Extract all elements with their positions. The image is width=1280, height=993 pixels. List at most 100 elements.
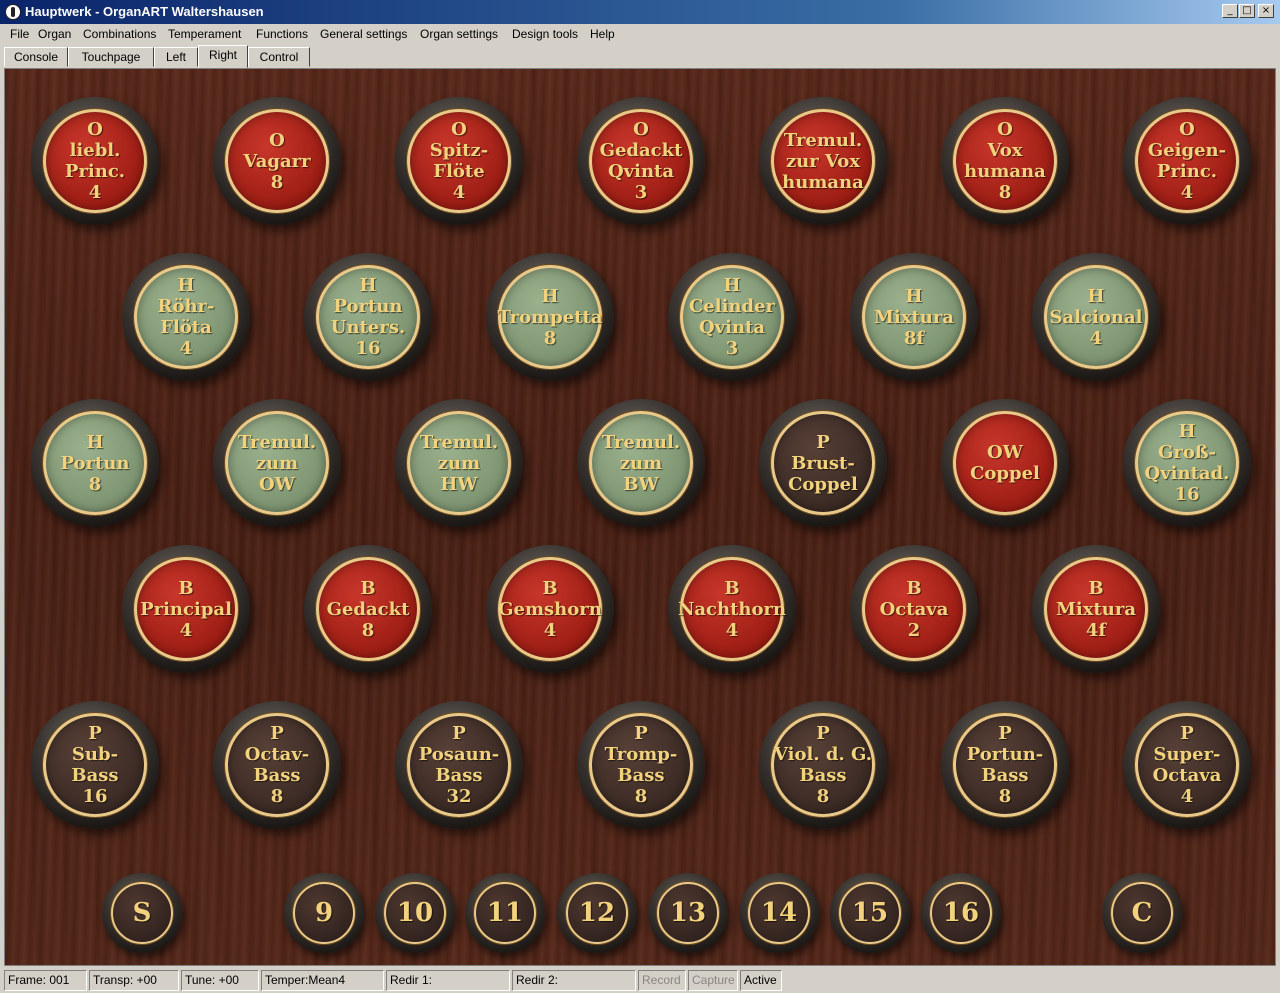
stop-label-line: Unters. xyxy=(330,317,406,338)
stop-face: P Sub- Bass 16 xyxy=(43,713,147,817)
menu-help[interactable]: Help xyxy=(590,27,615,41)
stop-knob[interactable]: Tremul. zur Vox humana xyxy=(759,97,887,225)
stop-label-line: O xyxy=(451,119,467,140)
menu-organ-settings[interactable]: Organ settings xyxy=(420,27,498,41)
stop-label-line: Tremul. xyxy=(237,431,317,453)
stop-knob[interactable]: Oliebl. Princ. 4 xyxy=(31,97,159,225)
stop-label-line: Trompetta xyxy=(497,306,603,328)
menu-temperament[interactable]: Temperament xyxy=(168,27,241,41)
piston-cancel-button[interactable]: C xyxy=(1102,873,1182,953)
piston-12-button[interactable]: 12 xyxy=(557,873,637,953)
stop-knob[interactable]: Tremul. zum OW xyxy=(213,399,341,527)
piston-label: C xyxy=(1131,898,1153,928)
stop-knob[interactable]: B Mixtura 4f xyxy=(1032,545,1160,673)
piston-face: 9 xyxy=(293,882,355,944)
stop-knob[interactable]: Tremul. zum BW xyxy=(577,399,705,527)
piston-set-button[interactable]: S xyxy=(102,873,182,953)
stop-knob[interactable]: B Octava 2 xyxy=(850,545,978,673)
stop-label-line: 8 xyxy=(998,786,1012,807)
stop-label-line: 16 xyxy=(355,338,381,359)
stop-knob[interactable]: H Mixtura 8f xyxy=(850,253,978,381)
stop-label-line: Sub- xyxy=(71,744,119,765)
piston-15-button[interactable]: 15 xyxy=(830,873,910,953)
stop-label-line: P xyxy=(998,723,1012,744)
stop-face: Oliebl. Princ. 4 xyxy=(43,109,147,213)
stop-knob[interactable]: P Super- Octava 4 xyxy=(1123,701,1251,829)
tab-control[interactable]: Control xyxy=(248,47,310,67)
stop-knob[interactable]: O Geigen- Princ. 4 xyxy=(1123,97,1251,225)
stop-face: O Vagarr 8 xyxy=(225,109,329,213)
stop-knob[interactable]: P Sub- Bass 16 xyxy=(31,701,159,829)
stop-knob[interactable]: O Vagarr 8 xyxy=(213,97,341,225)
stop-knob[interactable]: H Röhr- Flöta 4 xyxy=(122,253,250,381)
stop-label-line: Vox xyxy=(987,140,1023,161)
stop-label-line: H xyxy=(1178,421,1196,442)
menu-organ[interactable]: Organ xyxy=(38,27,71,41)
app-icon[interactable] xyxy=(5,4,21,20)
piston-face: C xyxy=(1111,882,1173,944)
stop-knob[interactable]: H Trompetta 8 xyxy=(486,253,614,381)
menu-general-settings[interactable]: General settings xyxy=(320,27,407,41)
tab-left[interactable]: Left xyxy=(154,47,198,67)
stop-knob[interactable]: O Spitz- Flöte 4 xyxy=(395,97,523,225)
piston-16-button[interactable]: 16 xyxy=(921,873,1001,953)
stop-knob[interactable]: P Portun- Bass 8 xyxy=(941,701,1069,829)
stop-label-line: 8 xyxy=(88,473,102,495)
maximize-button[interactable]: □ xyxy=(1239,4,1255,18)
tab-right[interactable]: Right xyxy=(198,45,248,68)
piston-label: 14 xyxy=(760,898,798,928)
stop-label-line: 16 xyxy=(82,786,108,807)
menu-bar: File Organ Combinations Temperament Func… xyxy=(0,24,1280,44)
stop-knob[interactable]: H Salcional 4 xyxy=(1032,253,1160,381)
stop-knob[interactable]: P Posaun- Bass 32 xyxy=(395,701,523,829)
stop-face: P Posaun- Bass 32 xyxy=(407,713,511,817)
piston-11-button[interactable]: 11 xyxy=(465,873,545,953)
stop-knob[interactable]: P Octav- Bass 8 xyxy=(213,701,341,829)
stop-face: Tremul. zum HW xyxy=(407,411,511,515)
stop-label-line: B xyxy=(360,577,376,599)
piston-label: 12 xyxy=(578,898,616,928)
piston-9-button[interactable]: 9 xyxy=(284,873,364,953)
title-bar: Hauptwerk - OrganART Waltershausen _ □ × xyxy=(0,0,1280,24)
stop-knob[interactable]: B Gedackt 8 xyxy=(304,545,432,673)
stop-label-line: O xyxy=(633,119,649,140)
menu-design-tools[interactable]: Design tools xyxy=(512,27,578,41)
stop-label-line: O xyxy=(269,129,285,151)
piston-face: 16 xyxy=(930,882,992,944)
piston-10-button[interactable]: 10 xyxy=(375,873,455,953)
stop-knob[interactable]: O Gedackt Qvinta 3 xyxy=(577,97,705,225)
stop-label-line: Celinder xyxy=(688,296,776,317)
minimize-button[interactable]: _ xyxy=(1222,4,1238,18)
stop-label-line: P xyxy=(634,723,648,744)
stop-knob[interactable]: OW Coppel xyxy=(941,399,1069,527)
stop-knob[interactable]: H Celinder Qvinta 3 xyxy=(668,253,796,381)
piston-face: 13 xyxy=(657,882,719,944)
piston-14-button[interactable]: 14 xyxy=(739,873,819,953)
stop-knob[interactable]: Tremul. zum HW xyxy=(395,399,523,527)
stop-knob[interactable]: H Portun 8 xyxy=(31,399,159,527)
piston-label: 15 xyxy=(851,898,889,928)
stop-label-line: H xyxy=(1087,285,1105,307)
stop-knob[interactable]: P Viol. d. G. Bass 8 xyxy=(759,701,887,829)
stop-knob[interactable]: H Portun Unters. 16 xyxy=(304,253,432,381)
stop-knob[interactable]: B Gemshorn 4 xyxy=(486,545,614,673)
stop-label-line: 8 xyxy=(361,619,375,641)
stop-knob[interactable]: B Principal 4 xyxy=(122,545,250,673)
stop-face: P Brust- Coppel xyxy=(771,411,875,515)
stop-label-line: 8 xyxy=(998,182,1012,203)
piston-label: 16 xyxy=(942,898,980,928)
tab-console[interactable]: Console xyxy=(4,47,68,67)
tab-touchpage[interactable]: Touchpage xyxy=(68,47,154,67)
close-button[interactable]: × xyxy=(1258,4,1274,18)
stop-knob[interactable]: H Groß- Qvintad. 16 xyxy=(1123,399,1251,527)
menu-functions[interactable]: Functions xyxy=(256,27,308,41)
menu-combinations[interactable]: Combinations xyxy=(83,27,156,41)
piston-13-button[interactable]: 13 xyxy=(648,873,728,953)
stop-label-line: Portun- xyxy=(966,744,1044,765)
stop-knob[interactable]: P Brust- Coppel xyxy=(759,399,887,527)
stop-knob[interactable]: P Tromp- Bass 8 xyxy=(577,701,705,829)
stop-knob[interactable]: O Vox humana 8 xyxy=(941,97,1069,225)
stop-label-line: 8 xyxy=(634,786,648,807)
menu-file[interactable]: File xyxy=(10,27,29,41)
stop-knob[interactable]: B Nachthorn 4 xyxy=(668,545,796,673)
